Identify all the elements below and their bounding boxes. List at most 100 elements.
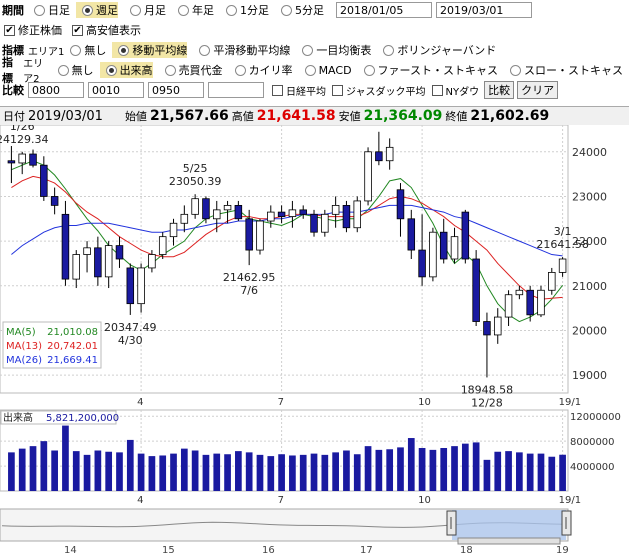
- checkbox-icon[interactable]: [332, 84, 343, 96]
- area2-option[interactable]: 売買代金: [159, 62, 223, 78]
- candle-body: [180, 213, 189, 224]
- checkbox-icon[interactable]: ✔: [72, 24, 83, 36]
- area1-option[interactable]: ボリンジャーバンド: [377, 42, 496, 58]
- period-option[interactable]: 5分足: [275, 2, 324, 18]
- area1-option[interactable]: 無し: [64, 42, 106, 58]
- compare-check-label: 日経平均: [286, 86, 326, 98]
- candle-body: [558, 258, 567, 273]
- period-option[interactable]: 年足: [172, 2, 214, 18]
- area2-option[interactable]: 無し: [52, 62, 94, 78]
- option-check-label: 修正株価: [18, 24, 62, 37]
- area2-option[interactable]: 出来高: [99, 62, 153, 78]
- period-option[interactable]: 週足: [76, 2, 118, 18]
- compare-check[interactable]: NYダウ: [428, 83, 480, 98]
- compare-check[interactable]: ジャスダック平均: [328, 83, 426, 98]
- candle-body: [418, 249, 426, 278]
- annotation-date: 1/26: [10, 125, 35, 133]
- candle-body: [148, 254, 156, 269]
- candle-body: [83, 247, 91, 255]
- candle-body: [548, 271, 556, 291]
- annotation-date: 7/6: [240, 284, 258, 297]
- radio-icon[interactable]: [130, 4, 141, 16]
- radio-icon[interactable]: [304, 64, 316, 76]
- candle-body: [256, 220, 264, 251]
- date-to-input[interactable]: [436, 2, 532, 18]
- area2-option-label: ファースト・ストキャス: [377, 64, 498, 77]
- compare-check[interactable]: 日経平均: [268, 83, 326, 98]
- candle-body: [396, 189, 405, 220]
- checkbox-icon[interactable]: [431, 84, 443, 96]
- candle-body: [61, 213, 70, 280]
- area2-option[interactable]: スロー・ストキャス: [504, 62, 623, 78]
- compare-code-1[interactable]: [28, 82, 84, 98]
- radio-icon[interactable]: [70, 44, 82, 56]
- checkbox-icon[interactable]: ✔: [4, 24, 15, 36]
- radio-icon[interactable]: [383, 44, 395, 56]
- candle-body: [288, 209, 297, 217]
- area1-option-label: 平滑移動平均線: [213, 44, 291, 57]
- radio-icon[interactable]: [34, 4, 45, 16]
- option-check[interactable]: ✔ 修正株価: [0, 22, 62, 38]
- compare-button[interactable]: 比較: [484, 81, 515, 99]
- high-value: 21,641.58: [256, 108, 336, 124]
- volume-bar: [397, 447, 404, 491]
- ma-legend-name: MA(13): [6, 341, 42, 352]
- radio-icon[interactable]: [302, 44, 314, 56]
- volume-bar: [62, 425, 69, 491]
- radio-icon[interactable]: [281, 4, 292, 16]
- area1-option[interactable]: 移動平均線: [112, 42, 188, 58]
- candle-body: [407, 218, 416, 251]
- volume-bar: [505, 451, 512, 491]
- volume-bar: [526, 453, 534, 491]
- annotation-value: 24448.07: [353, 125, 406, 126]
- date-from-input[interactable]: [336, 2, 432, 18]
- compare-check-label: NYダウ: [445, 86, 480, 98]
- candle-body: [29, 153, 37, 166]
- volume-bar: [494, 451, 502, 491]
- area2-option-label: MACD: [318, 63, 352, 77]
- candle-body: [310, 213, 318, 233]
- stock-chart[interactable]: 1900020000210002200023000240004 7 10 19/11/…: [0, 125, 629, 555]
- compare-code-3[interactable]: [148, 82, 204, 98]
- area2-option-label: 無し: [71, 64, 94, 77]
- area2-option[interactable]: ファースト・ストキャス: [358, 62, 498, 78]
- period-options: 日足 週足 月足 年足 1分足 5分足: [28, 2, 330, 18]
- candle-body: [493, 316, 502, 336]
- radio-icon[interactable]: [105, 64, 117, 76]
- volume-bar: [559, 454, 566, 491]
- compare-code-4[interactable]: [208, 82, 264, 98]
- checkbox-icon[interactable]: [272, 84, 283, 96]
- period-option[interactable]: 1分足: [220, 2, 269, 18]
- date-label: 日付: [3, 110, 25, 123]
- area2-option[interactable]: カイリ率: [229, 62, 293, 78]
- radio-icon[interactable]: [234, 64, 246, 76]
- candle-body: [429, 231, 437, 278]
- candle-body: [158, 236, 167, 255]
- radio-icon[interactable]: [199, 44, 211, 56]
- candle-body: [234, 205, 243, 220]
- period-option[interactable]: 月足: [124, 2, 166, 18]
- option-check[interactable]: ✔ 高安値表示: [68, 22, 141, 38]
- area2-option[interactable]: MACD: [299, 62, 352, 78]
- area1-option[interactable]: 平滑移動平均線: [193, 42, 290, 58]
- radio-icon[interactable]: [363, 64, 375, 76]
- period-option[interactable]: 日足: [28, 2, 70, 18]
- compare-code-2[interactable]: [88, 82, 144, 98]
- radio-icon[interactable]: [226, 4, 237, 16]
- area1-option[interactable]: 一目均衡表: [296, 42, 371, 58]
- clear-button[interactable]: クリア: [517, 81, 559, 99]
- radio-icon[interactable]: [178, 4, 189, 16]
- radio-icon[interactable]: [118, 44, 130, 56]
- volume-bar: [299, 454, 307, 491]
- volume-value: 5,821,200,000: [46, 413, 119, 424]
- candle-body: [115, 245, 124, 260]
- close-label: 終値: [445, 110, 468, 123]
- radio-icon[interactable]: [510, 64, 521, 76]
- radio-icon[interactable]: [57, 64, 69, 76]
- navigator-selection[interactable]: [452, 510, 566, 540]
- navigator-scrollbar[interactable]: [457, 537, 561, 545]
- volume-bar: [516, 452, 523, 491]
- radio-icon[interactable]: [82, 4, 93, 16]
- candle-body: [137, 267, 145, 305]
- radio-icon[interactable]: [164, 64, 176, 76]
